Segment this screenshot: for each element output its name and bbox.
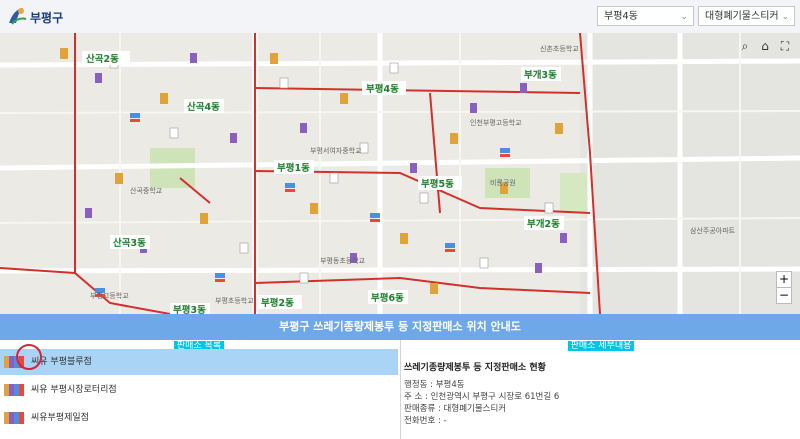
zoom-in-icon[interactable]: +	[777, 272, 791, 287]
store-list-item[interactable]: 씨유부평제일점	[0, 405, 398, 431]
store-icon	[4, 412, 24, 424]
district-label: 부평3동	[173, 304, 206, 314]
map-place-label: 인천부평고등학교	[470, 118, 522, 127]
map-place-label: 부평고등학교	[90, 291, 129, 300]
district-label: 산곡2동	[86, 53, 119, 65]
map-place-label: 부평동초등학교	[320, 256, 366, 265]
fullscreen-icon[interactable]: ⛶	[778, 39, 792, 53]
home-icon[interactable]: ⌂	[758, 39, 772, 53]
store-list-item[interactable]: 씨유 부평시장로터리점	[0, 377, 398, 403]
district-label: 산곡4동	[187, 101, 220, 113]
chevron-down-icon: ⌄	[680, 12, 688, 22]
store-list-panel: 판매소 목록 씨유 부평블루점 씨유 부평시장로터리점 씨유부평제일점	[0, 340, 398, 439]
store-list-item-label: 씨유 부평시장로터리점	[31, 385, 117, 395]
store-detail-title: 판매소 세부내용	[401, 340, 800, 353]
detail-address: 주 소 : 인천광역시 부평구 시장로 61번길 6	[404, 392, 560, 402]
dong-select-value: 부평4동	[604, 11, 638, 22]
app-header: 부평구 부평4동 ⌄ 대형폐기물스티커 ⌄	[0, 0, 800, 34]
store-list-item[interactable]: 씨유 부평블루점	[0, 349, 398, 375]
detail-dong: 행정동 : 부평4동	[404, 380, 465, 390]
district-label: 부평6동	[371, 292, 404, 304]
district-label: 부평5동	[421, 178, 454, 190]
map-place-label: 비룡공원	[490, 178, 516, 187]
park-area	[560, 173, 590, 213]
map-view[interactable]: 신촌초등학교 부평서여자중학교 부평동초등학교 부평고등학교 비룡공원 부평초등…	[0, 33, 800, 314]
chevron-down-icon: ⌄	[781, 12, 789, 22]
store-icon	[4, 384, 24, 396]
map-place-label: 신촌초등학교	[540, 44, 579, 53]
detail-sale-type: 판매종류 : 대형폐기물스티커	[404, 404, 507, 414]
detail-heading: 쓰레기종량제봉투 등 지정판매소 현황	[404, 363, 546, 373]
district-label: 부평2동	[261, 297, 294, 309]
page-banner: 부평구 쓰레기종량제봉투 등 지정판매소 위치 안내도	[0, 314, 800, 340]
map-toolbar: ⌕ ⌂ ⛶	[738, 39, 792, 53]
map-place-label: 삼산주공아파트	[690, 226, 736, 235]
map-place-label: 산곡중학교	[130, 186, 163, 195]
map-place-label: 부평서여자중학교	[310, 146, 362, 155]
highlight-circle	[16, 344, 42, 370]
dong-select[interactable]: 부평4동 ⌄	[597, 6, 694, 26]
district-label: 산곡3동	[113, 237, 146, 249]
logo-icon[interactable]	[6, 5, 28, 27]
store-list-item-label: 씨유부평제일점	[31, 413, 89, 423]
map-place-label: 부평초등학교	[215, 296, 254, 305]
type-select-value: 대형폐기물스티커	[705, 11, 779, 22]
search-icon[interactable]: ⌕	[738, 39, 752, 53]
app-brand: 부평구	[30, 11, 64, 25]
zoom-out-icon[interactable]: −	[777, 287, 791, 303]
district-label: 부평1동	[277, 162, 310, 174]
district-label: 부개2동	[527, 218, 560, 230]
type-select[interactable]: 대형폐기물스티커 ⌄	[698, 6, 795, 26]
district-label: 부평4동	[366, 83, 399, 95]
map-canvas[interactable]: 신촌초등학교 부평서여자중학교 부평동초등학교 부평고등학교 비룡공원 부평초등…	[0, 33, 800, 314]
detail-phone: 전화번호 : -	[404, 416, 447, 426]
zoom-control: + −	[776, 271, 792, 304]
store-detail-panel: 판매소 세부내용 쓰레기종량제봉투 등 지정판매소 현황 행정동 : 부평4동 …	[400, 340, 800, 439]
district-label: 부개3동	[524, 69, 557, 81]
